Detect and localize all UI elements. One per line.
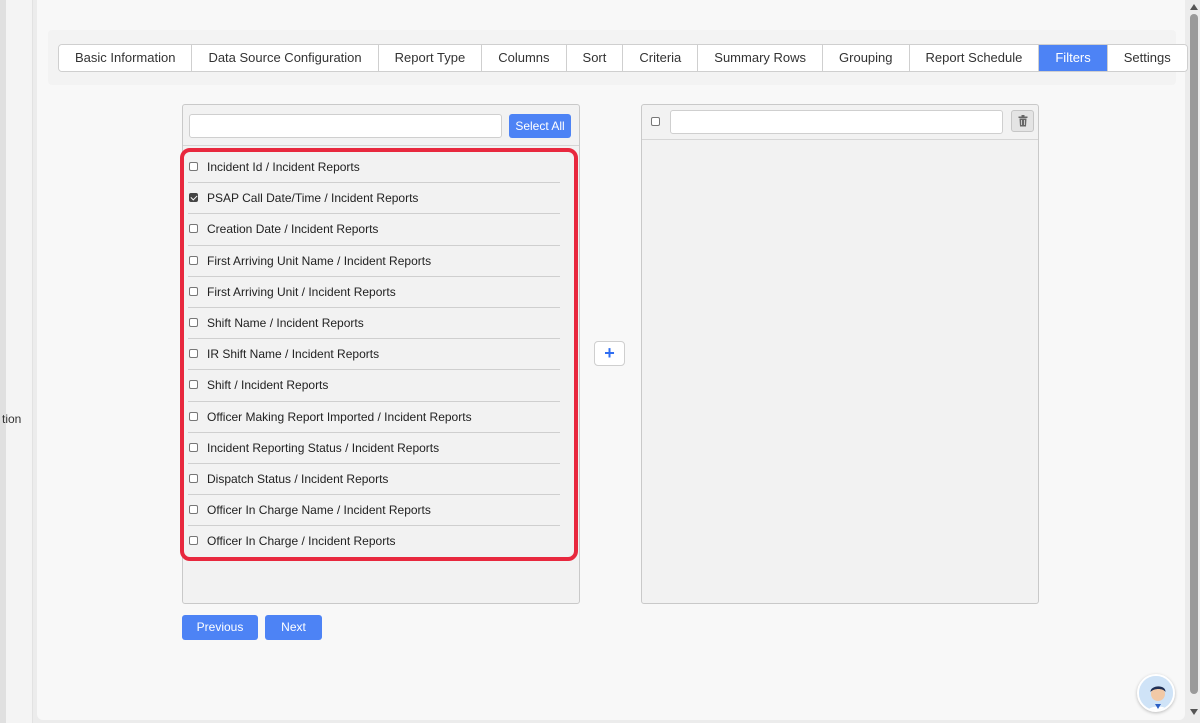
sidebar-partial-label: tion bbox=[2, 412, 22, 426]
list-item[interactable]: IR Shift Name / Incident Reports bbox=[188, 339, 560, 371]
scrollbar-thumb[interactable] bbox=[1190, 14, 1198, 694]
list-item[interactable]: Shift / Incident Reports bbox=[188, 370, 560, 402]
list-item-label: PSAP Call Date/Time / Incident Reports bbox=[207, 191, 419, 206]
list-item[interactable]: Incident Id / Incident Reports bbox=[188, 152, 560, 184]
next-button[interactable]: Next bbox=[265, 615, 322, 640]
tab-report-schedule[interactable]: Report Schedule bbox=[909, 45, 1040, 71]
assistant-avatar[interactable] bbox=[1137, 674, 1175, 712]
available-fields-panel: Select All Incident Id / Incident Report… bbox=[182, 104, 580, 604]
list-item-label: IR Shift Name / Incident Reports bbox=[207, 347, 380, 362]
selected-filters-header bbox=[642, 105, 1038, 140]
list-item[interactable]: Officer In Charge Name / Incident Report… bbox=[188, 495, 560, 527]
list-item-label: First Arriving Unit Name / Incident Repo… bbox=[207, 253, 432, 268]
trash-icon bbox=[1018, 115, 1027, 127]
list-item[interactable]: Dispatch Status / Incident Reports bbox=[188, 464, 560, 496]
list-item-label: Incident Reporting Status / Incident Rep… bbox=[207, 440, 440, 455]
checkbox[interactable] bbox=[189, 224, 198, 234]
delete-button[interactable] bbox=[1011, 110, 1034, 132]
tab-criteria[interactable]: Criteria bbox=[623, 45, 699, 71]
list-item-label: Officer In Charge / Incident Reports bbox=[207, 534, 396, 549]
tab-summary-rows[interactable]: Summary Rows bbox=[698, 45, 824, 71]
list-item-label: Officer Making Report Imported / Inciden… bbox=[207, 409, 472, 424]
list-item-label: Creation Date / Incident Reports bbox=[207, 222, 379, 237]
scroll-down-arrow-icon[interactable] bbox=[1190, 709, 1198, 715]
checkbox[interactable] bbox=[189, 442, 198, 452]
left-sidebar: tion bbox=[0, 0, 33, 723]
checkbox[interactable] bbox=[189, 255, 198, 265]
list-item[interactable]: First Arriving Unit Name / Incident Repo… bbox=[188, 246, 560, 277]
scroll-up-arrow-icon[interactable] bbox=[1190, 4, 1198, 10]
checkbox[interactable] bbox=[189, 505, 198, 515]
checkbox[interactable] bbox=[189, 411, 198, 421]
available-fields-header: Select All bbox=[183, 105, 579, 146]
list-item[interactable]: Shift Name / Incident Reports bbox=[188, 308, 560, 340]
checkbox[interactable] bbox=[189, 473, 198, 483]
list-item[interactable]: Officer In Charge / Incident Reports bbox=[188, 526, 560, 557]
tab-data-source-configuration[interactable]: Data Source Configuration bbox=[192, 45, 379, 71]
checkbox[interactable] bbox=[189, 317, 198, 327]
list-item[interactable]: Creation Date / Incident Reports bbox=[188, 214, 560, 246]
checkbox[interactable] bbox=[189, 193, 198, 203]
list-item-label: Shift Name / Incident Reports bbox=[207, 315, 364, 330]
select-all-button[interactable]: Select All bbox=[509, 114, 571, 138]
add-filter-button[interactable]: + bbox=[594, 341, 625, 366]
checkbox[interactable] bbox=[189, 536, 198, 546]
list-item-label: First Arriving Unit / Incident Reports bbox=[207, 284, 396, 299]
selected-filter-search-input[interactable] bbox=[670, 110, 1003, 134]
tab-columns[interactable]: Columns bbox=[482, 45, 567, 71]
tab-basic-information[interactable]: Basic Information bbox=[59, 45, 193, 71]
tab-filters[interactable]: Filters bbox=[1039, 45, 1108, 71]
tab-report-type[interactable]: Report Type bbox=[378, 45, 483, 71]
previous-button[interactable]: Previous bbox=[182, 615, 258, 640]
checkbox[interactable] bbox=[189, 162, 198, 171]
sidebar-edge bbox=[0, 0, 6, 723]
list-item-label: Shift / Incident Reports bbox=[207, 378, 329, 393]
list-item[interactable]: Incident Reporting Status / Incident Rep… bbox=[188, 433, 560, 464]
select-all-checkbox[interactable] bbox=[651, 117, 660, 126]
list-item-label: Dispatch Status / Incident Reports bbox=[207, 471, 389, 486]
checkbox[interactable] bbox=[189, 380, 198, 390]
tab-sort[interactable]: Sort bbox=[566, 45, 624, 71]
field-list: Incident Id / Incident Reports PSAP Call… bbox=[188, 152, 566, 557]
wizard-tabs: Basic Information Data Source Configurat… bbox=[58, 44, 1188, 72]
scrollbar[interactable] bbox=[1188, 0, 1200, 723]
checkbox[interactable] bbox=[189, 349, 198, 359]
list-item[interactable]: Officer Making Report Imported / Inciden… bbox=[188, 402, 560, 433]
tab-settings[interactable]: Settings bbox=[1107, 45, 1187, 71]
list-item[interactable]: PSAP Call Date/Time / Incident Reports bbox=[188, 183, 560, 215]
checkbox[interactable] bbox=[189, 286, 198, 296]
list-item[interactable]: First Arriving Unit / Incident Reports bbox=[188, 277, 560, 308]
selected-filters-panel bbox=[641, 104, 1039, 604]
field-search-input[interactable] bbox=[189, 114, 502, 138]
list-item-label: Officer In Charge Name / Incident Report… bbox=[207, 503, 431, 518]
tab-grouping[interactable]: Grouping bbox=[823, 45, 910, 71]
list-item-label: Incident Id / Incident Reports bbox=[207, 160, 360, 174]
